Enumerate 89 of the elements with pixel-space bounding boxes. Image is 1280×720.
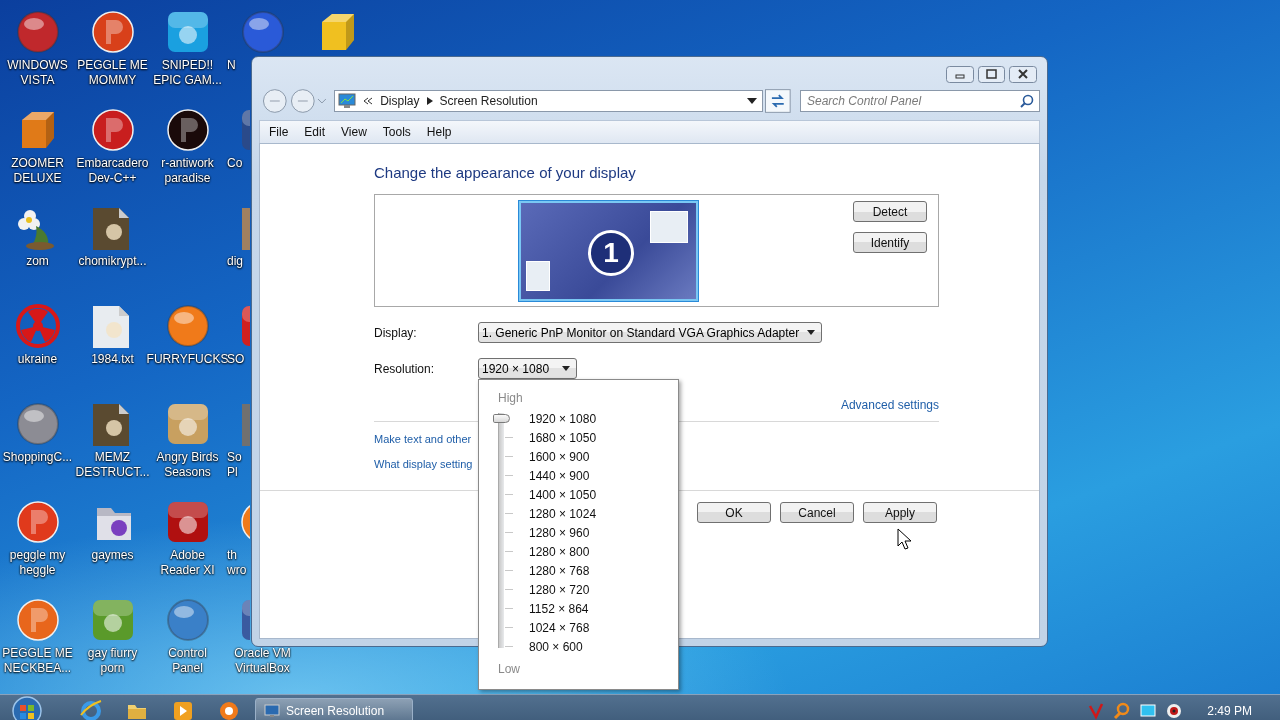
- resolution-option[interactable]: 1280 × 1024: [529, 506, 597, 521]
- resolution-option[interactable]: 1440 × 900: [529, 468, 590, 483]
- menu-item[interactable]: Tools: [374, 125, 419, 139]
- menu-item[interactable]: View: [333, 125, 375, 139]
- icon-label: FURRYFUCKS: [146, 352, 229, 367]
- icon-label: 1984.txt: [91, 352, 134, 367]
- icon-label: gay fiurry porn: [87, 646, 138, 676]
- link[interactable]: Advanced settings: [840, 398, 939, 412]
- icon-label: Control Panel: [168, 646, 207, 676]
- icon-label: ZOOMER DELUXE: [11, 156, 64, 186]
- slider-label: Low: [497, 661, 520, 677]
- icon-label: ukraine: [17, 352, 58, 367]
- icon-label: N: [226, 58, 236, 73]
- icon-label: Co: [226, 156, 243, 171]
- icon-label: Adobe Reader XI: [160, 548, 215, 578]
- icon-label: MEMZ DESTRUCT...: [75, 450, 150, 480]
- menu-item[interactable]: File: [261, 125, 297, 139]
- refresh-button[interactable]: [765, 89, 791, 113]
- resolution-option[interactable]: 1280 × 768: [529, 563, 590, 578]
- field-label: Resolution:: [374, 361, 436, 376]
- icon-label: SO: [227, 352, 245, 367]
- resolution-option[interactable]: 1024 × 768: [529, 620, 590, 635]
- dropdown[interactable]: 1. Generic PnP Monitor on Standard VGA Graphics Adapter: [478, 322, 823, 343]
- start-button[interactable]: [10, 695, 44, 720]
- field-label: Display:: [374, 325, 418, 340]
- icon-label: r-antiwork paradise: [161, 156, 214, 186]
- icon-label: dig: [226, 254, 243, 269]
- slider-thumb[interactable]: [493, 414, 510, 423]
- icon-label: PEGGLE ME MOMMY: [77, 58, 148, 88]
- breadcrumb[interactable]: Display: [380, 94, 420, 108]
- dialog-button[interactable]: Detect: [853, 201, 927, 222]
- screen-icon[interactable]: [1139, 702, 1158, 720]
- monitor-icon: [264, 704, 280, 718]
- monitor-icon: [338, 93, 357, 109]
- breadcrumb-arrow-icon[interactable]: [426, 97, 433, 105]
- icon-label: ShoppingC...: [2, 450, 73, 465]
- search-field[interactable]: Search Control Panel: [800, 90, 1040, 112]
- dropdown-arrow-icon: [807, 330, 816, 335]
- dialog-button[interactable]: Apply: [863, 502, 937, 523]
- resolution-option[interactable]: 1400 × 1050: [529, 487, 597, 502]
- resolution-option[interactable]: 1920 × 1080: [529, 411, 597, 426]
- resolution-option[interactable]: 1280 × 800: [529, 544, 590, 559]
- link[interactable]: What display setting: [374, 458, 473, 470]
- search-icon[interactable]: [1020, 94, 1034, 108]
- icon-label: Embarcadero Dev-C++: [76, 156, 149, 186]
- dropdown-arrow-icon: [562, 366, 570, 371]
- address-bar[interactable]: Display Screen Resolution: [334, 90, 764, 112]
- taskbar-button[interactable]: Screen Resolution: [255, 698, 413, 720]
- dialog-button[interactable]: OK: [697, 502, 771, 523]
- resolution-option[interactable]: 1600 × 900: [529, 449, 590, 464]
- menu-item[interactable]: Edit: [296, 125, 334, 139]
- page-heading: Change the appearance of your display: [374, 163, 637, 183]
- link[interactable]: Make text and other: [374, 433, 472, 445]
- icon-label: Angry Birds Seasons: [156, 450, 219, 480]
- resolution-option[interactable]: 1152 × 864: [529, 601, 589, 616]
- check-mark-icon[interactable]: [1087, 702, 1106, 720]
- menu-item[interactable]: Help: [418, 125, 460, 139]
- icon-label: WINDOWS VISTA: [7, 58, 68, 88]
- icon-label: th wro: [226, 548, 247, 578]
- maximize-button[interactable]: [978, 66, 1005, 83]
- dropdown-arrow-icon[interactable]: [747, 98, 758, 104]
- icon-label: SNIPED!! EPIC GAM...: [153, 58, 222, 88]
- speaker-icon[interactable]: [1165, 702, 1184, 720]
- swirl-icon[interactable]: [217, 699, 241, 720]
- breadcrumb[interactable]: Screen Resolution: [439, 94, 538, 108]
- media-player-icon[interactable]: [171, 699, 195, 720]
- dialog-button[interactable]: Cancel: [780, 502, 854, 523]
- resolution-option[interactable]: 800 × 600: [529, 639, 583, 654]
- icon-label: So Pl: [226, 450, 242, 480]
- icon-label: zom: [26, 254, 49, 269]
- cursor-icon: [897, 528, 911, 550]
- icon-label: PEGGLE ME NECKBEA...: [2, 646, 73, 676]
- browser-icon[interactable]: [79, 699, 103, 720]
- slider-label: High: [497, 390, 523, 406]
- icon-label: chomikrypt...: [78, 254, 147, 269]
- monitor-preview[interactable]: 1: [519, 201, 698, 301]
- icon-label: Oracle VM VirtualBox: [234, 646, 291, 676]
- dropdown[interactable]: 1920 × 1080: [478, 358, 577, 379]
- minimize-button[interactable]: [946, 66, 974, 83]
- icon-label: peggle my heggle: [9, 548, 66, 578]
- resolution-option[interactable]: 1280 × 960: [529, 525, 590, 540]
- icon-label: gaymes: [91, 548, 134, 563]
- resolution-option[interactable]: 1280 × 720: [529, 582, 590, 597]
- magnifier-icon[interactable]: [1113, 702, 1132, 720]
- clock[interactable]: 2:49 PM: [1207, 704, 1252, 718]
- chevrons-icon: [363, 96, 374, 106]
- resolution-option[interactable]: 1680 × 1050: [529, 430, 597, 445]
- dialog-button[interactable]: Identify: [853, 232, 927, 253]
- close-button[interactable]: [1009, 66, 1037, 83]
